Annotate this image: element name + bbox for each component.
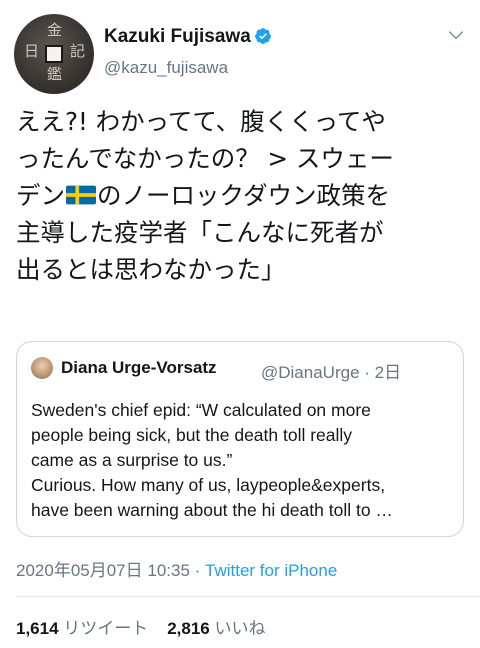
tweet-text: ええ?! わかってて、腹くくってや ったんでなかったの？ > スウェー デン のノ… <box>16 103 466 288</box>
meta-separator: · <box>189 561 206 580</box>
quoted-tweet[interactable]: Diana Urge-Vorsatz @DianaUrge · 2日 Swede… <box>16 341 464 537</box>
verified-badge-icon <box>255 28 271 44</box>
tweet-meta: 2020年05月07日 10:35 · Twitter for iPhone <box>16 556 337 581</box>
author-handle[interactable]: @kazu_fujisawa <box>104 58 228 78</box>
quoted-line: have been warning about the hi death tol… <box>31 500 393 520</box>
tweet-line: 主導した疫学者「こんなに死者が <box>16 218 384 247</box>
quoted-line: people being sick, but the death toll re… <box>31 425 353 445</box>
avatar-char: 金 <box>47 21 63 39</box>
tweet-header: 金 記 日 鑑 Kazuki Fujisawa @kazu_fujisawa <box>0 0 480 95</box>
tweet-stats: 1,614 リツイート 2,816 いいね <box>16 614 265 639</box>
tweet-source-link[interactable]: Twitter for iPhone <box>205 561 337 580</box>
sweden-flag-icon <box>66 185 96 205</box>
avatar-char: 鑑 <box>47 65 63 83</box>
quoted-author-name: Diana Urge-Vorsatz <box>61 358 217 377</box>
quoted-time: · 2日 <box>364 363 402 382</box>
tweet-line: ったんでなかったの？ > スウェー <box>16 144 394 173</box>
quoted-line: Curious. How many of us, laypeople&exper… <box>31 475 386 495</box>
retweet-label: リツイート <box>63 619 149 638</box>
quoted-line: Sweden's chief epid: “W calculated on mo… <box>31 400 371 420</box>
divider <box>16 596 480 597</box>
like-label: いいね <box>214 619 266 638</box>
retweet-count: 1,614 <box>16 619 59 638</box>
retweets-stat[interactable]: 1,614 リツイート <box>16 619 148 638</box>
chevron-down-icon[interactable] <box>446 25 466 45</box>
avatar-char: 日 <box>24 42 40 60</box>
tweet-line: ええ?! わかってて、腹くくってや <box>16 107 386 136</box>
quoted-author-avatar <box>31 357 53 379</box>
likes-stat[interactable]: 2,816 いいね <box>167 619 265 638</box>
quoted-author-meta: @DianaUrge · 2日 <box>261 358 401 383</box>
tweet-line: 出るとは思わなかった」 <box>16 255 286 284</box>
tweet-line: デン のノーロックダウン政策を <box>16 177 466 214</box>
quoted-text: Sweden's chief epid: “W calculated on mo… <box>31 398 456 523</box>
tweet-timestamp[interactable]: 2020年05月07日 10:35 <box>16 561 190 580</box>
author-avatar[interactable]: 金 記 日 鑑 <box>14 14 94 94</box>
quoted-line: came as a surprise to us.” <box>31 450 233 470</box>
tweet-line-prefix: デン <box>16 181 65 210</box>
tweet-line-rest: のノーロックダウン政策を <box>97 181 391 210</box>
like-count: 2,816 <box>167 619 210 638</box>
avatar-char: 記 <box>70 42 86 60</box>
author-name[interactable]: Kazuki Fujisawa <box>104 26 251 48</box>
coin-hole <box>45 45 63 63</box>
quoted-author-handle: @DianaUrge <box>261 363 360 382</box>
